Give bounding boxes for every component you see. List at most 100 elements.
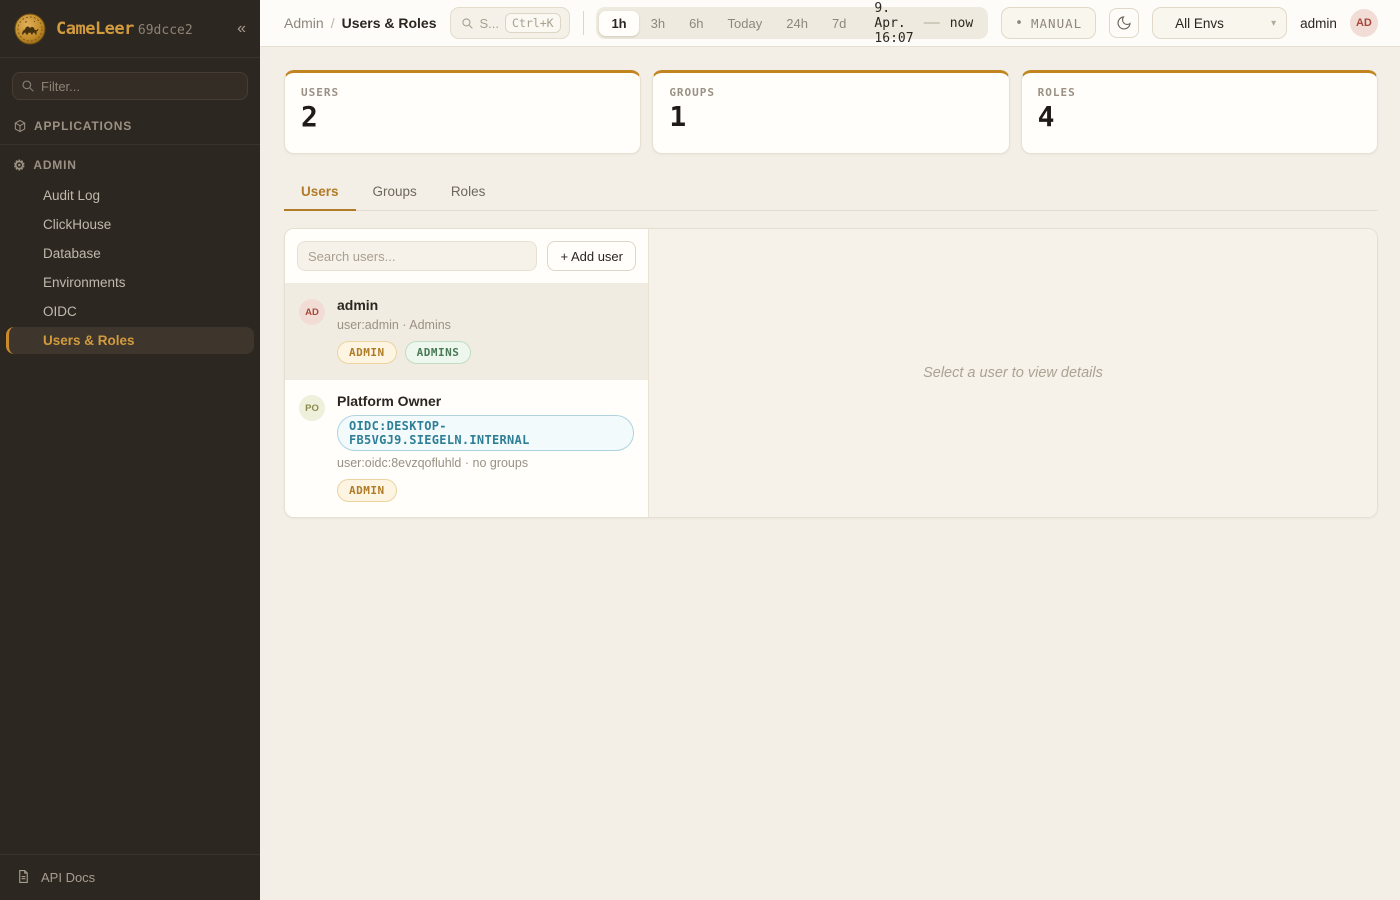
stat-value: 1 (669, 102, 992, 133)
stat-value: 4 (1038, 102, 1361, 133)
time-from-value[interactable]: 9. Apr. 16:07 (858, 1, 921, 46)
chevron-down-icon: ▾ (1271, 18, 1276, 29)
sidebar-item-database[interactable]: Database (6, 240, 254, 267)
breadcrumb-separator: / (331, 15, 335, 31)
sidebar-collapse-button[interactable]: « (237, 21, 246, 37)
stat-card-roles[interactable]: ROLES 4 (1021, 70, 1378, 154)
stat-value: 2 (301, 102, 624, 133)
user-name: admin (337, 297, 471, 313)
sidebar-filter (12, 72, 248, 100)
brand-title: CameLeer 69dcce2 (56, 19, 193, 39)
users-panel: + Add user AD admin user:admin · Admins ADM… (284, 228, 1378, 518)
search-icon (461, 17, 474, 30)
topbar-right-group: • MANUAL All Envs ▾ admin AD (1001, 7, 1378, 39)
stat-label: USERS (301, 86, 624, 99)
moon-icon (1116, 15, 1132, 31)
user-list-item[interactable]: AD admin user:admin · Admins ADMIN ADMINS (285, 283, 648, 379)
stat-card-users[interactable]: USERS 2 (284, 70, 641, 154)
time-range-today[interactable]: Today (716, 11, 775, 36)
time-range-1h[interactable]: 1h (599, 11, 638, 36)
user-avatar[interactable]: AD (1350, 9, 1378, 37)
user-detail-panel: Select a user to view details (649, 229, 1377, 517)
breadcrumb: Admin / Users & Roles (284, 15, 437, 31)
search-icon (21, 79, 35, 93)
oidc-issuer-badge: OIDC:DESKTOP-FB5VGJ9.SIEGELN.INTERNAL (337, 415, 634, 451)
env-selector[interactable]: All Envs ▾ (1152, 7, 1287, 39)
time-range-24h[interactable]: 24h (774, 11, 820, 36)
user-rows: ADadminuser:admin · AdminsADMINADMINSPOP… (285, 283, 648, 517)
stat-label: GROUPS (669, 86, 992, 99)
user-row-body: Platform Owner OIDC:DESKTOP-FB5VGJ9.SIEGE… (337, 393, 634, 502)
role-badge-admin: ADMIN (337, 341, 397, 364)
search-shortcut-kbd: Ctrl+K (505, 13, 561, 33)
time-range-6h[interactable]: 6h (677, 11, 715, 36)
sidebar-item-oidc[interactable]: OIDC (6, 298, 254, 325)
empty-state-text: Select a user to view details (923, 365, 1103, 381)
stat-card-groups[interactable]: GROUPS 1 (652, 70, 1009, 154)
topbar-divider (583, 11, 584, 35)
tabs-row: UsersGroupsRoles (284, 176, 1378, 211)
topbar: Admin / Users & Roles S... Ctrl+K 1h3h6h… (260, 0, 1400, 47)
api-docs-label: API Docs (41, 870, 95, 885)
user-badges: ADMIN ADMINS (337, 341, 471, 364)
sidebar-item-environments[interactable]: Environments (6, 269, 254, 296)
time-dash: — (922, 14, 942, 32)
document-icon (16, 869, 31, 887)
sidebar-divider (0, 144, 260, 145)
app-logo-icon (14, 13, 46, 45)
username-label: admin (1300, 16, 1337, 31)
time-range-3h[interactable]: 3h (639, 11, 677, 36)
sidebar-section-applications[interactable]: APPLICATIONS (0, 110, 260, 141)
sidebar-item-users-roles[interactable]: Users & Roles (6, 327, 254, 354)
role-badge-admin: ADMIN (337, 479, 397, 502)
status-dot: • (1015, 17, 1024, 30)
sidebar-section-admin[interactable]: ⚙ ADMIN (0, 149, 260, 180)
section-label: ADMIN (33, 158, 76, 172)
sidebar: CameLeer 69dcce2 « APPLICATIONS ⚙ ADMIN A… (0, 0, 260, 900)
search-placeholder-text: S... (480, 16, 500, 31)
global-search-button[interactable]: S... Ctrl+K (450, 7, 570, 39)
user-name: Platform Owner (337, 393, 634, 409)
brand-name: CameLeer (56, 19, 134, 39)
avatar: PO (299, 395, 325, 421)
time-range-7d[interactable]: 7d (820, 11, 858, 36)
time-range-control: 1h3h6hToday24h7d 9. Apr. 16:07 — now (596, 7, 988, 39)
tab-users[interactable]: Users (284, 176, 356, 211)
dark-mode-toggle[interactable] (1109, 8, 1139, 38)
breadcrumb-parent[interactable]: Admin (284, 15, 324, 31)
refresh-mode-label: MANUAL (1031, 16, 1082, 31)
sidebar-item-audit-log[interactable]: Audit Log (6, 182, 254, 209)
sidebar-filter-input[interactable] (12, 72, 248, 100)
sidebar-header: CameLeer 69dcce2 « (0, 0, 260, 58)
user-list-header: + Add user (285, 229, 648, 283)
user-row-body: admin user:admin · Admins ADMIN ADMINS (337, 297, 471, 364)
admin-items-list: Audit LogClickHouseDatabaseEnvironmentsO… (0, 180, 260, 354)
stat-label: ROLES (1038, 86, 1361, 99)
user-list: + Add user AD admin user:admin · Admins ADM… (285, 229, 649, 517)
tab-roles[interactable]: Roles (434, 176, 503, 211)
user-meta: user:admin · Admins (337, 318, 471, 332)
breadcrumb-current: Users & Roles (342, 15, 437, 31)
stats-row: USERS 2 GROUPS 1 ROLES 4 (284, 70, 1378, 154)
add-user-button[interactable]: + Add user (547, 241, 636, 271)
sidebar-footer-api-docs[interactable]: API Docs (0, 854, 260, 900)
role-badge-admins: ADMINS (405, 341, 472, 364)
cube-icon (13, 119, 27, 133)
user-badges: ADMIN (337, 479, 634, 502)
user-list-item[interactable]: PO Platform Owner OIDC:DESKTOP-FB5VGJ9.SIE… (285, 379, 648, 517)
content-area: USERS 2 GROUPS 1 ROLES 4 UsersGroupsRoles + A… (260, 47, 1400, 900)
sidebar-item-clickhouse[interactable]: ClickHouse (6, 211, 254, 238)
tab-groups[interactable]: Groups (356, 176, 434, 211)
time-range-buttons: 1h3h6hToday24h7d (599, 11, 858, 36)
build-hash: 69dcce2 (138, 23, 193, 38)
env-selector-value: All Envs (1175, 16, 1224, 31)
avatar: AD (299, 299, 325, 325)
user-search-input[interactable] (297, 241, 537, 271)
main-area: Admin / Users & Roles S... Ctrl+K 1h3h6h… (260, 0, 1400, 900)
sidebar-nav: APPLICATIONS ⚙ ADMIN Audit LogClickHouse… (0, 110, 260, 354)
refresh-mode-button[interactable]: • MANUAL (1001, 7, 1096, 39)
time-to-value[interactable]: now (942, 16, 985, 31)
user-meta: user:oidc:8evzqofluhld · no groups (337, 456, 634, 470)
section-label: APPLICATIONS (34, 119, 132, 133)
gear-icon: ⚙ (13, 158, 26, 172)
